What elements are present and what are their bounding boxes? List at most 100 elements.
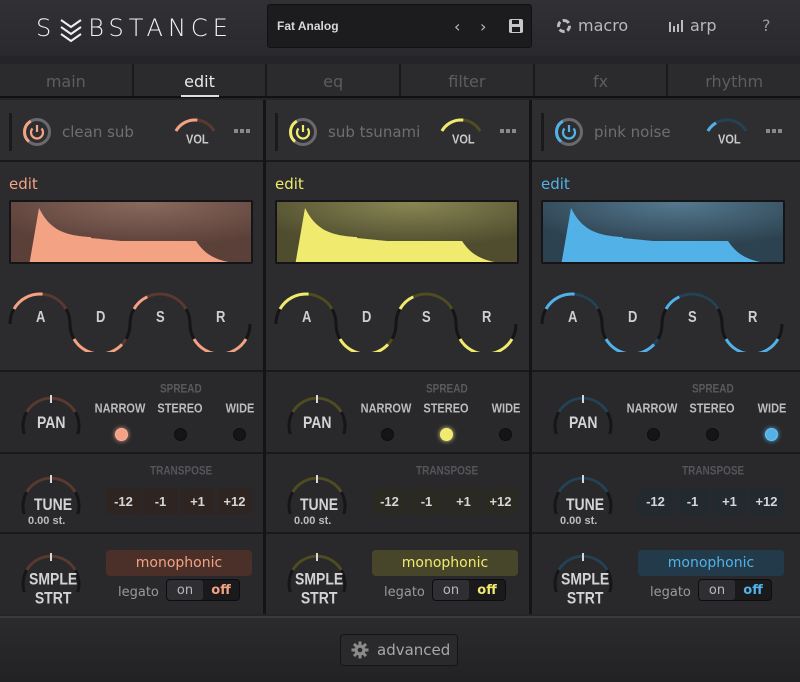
drag-handle[interactable] xyxy=(275,113,278,151)
sample-start-label-line2: STRT xyxy=(34,588,72,608)
legato-on-option[interactable]: on xyxy=(699,580,735,600)
legato-toggle[interactable]: on off xyxy=(698,579,772,601)
spread-stereo-radio[interactable] xyxy=(174,428,187,441)
legato-on-option[interactable]: on xyxy=(433,580,469,600)
legato-toggle[interactable]: on off xyxy=(432,579,506,601)
transpose-button[interactable]: +12 xyxy=(749,488,784,514)
voice-mode-button[interactable]: monophonic xyxy=(638,550,784,576)
release-value xyxy=(192,338,248,352)
pan-spread-section: PAN SPREAD NARROW STEREO WIDE xyxy=(266,372,529,454)
spread-wide-radio[interactable] xyxy=(765,428,778,441)
transpose-button[interactable]: +1 xyxy=(446,488,481,514)
macro-icon xyxy=(557,18,571,33)
tune-section: TUNE 0.00 st. TRANSPOSE -12 -1 +1 +12 xyxy=(0,454,263,534)
edit-section: edit A D S R xyxy=(0,162,263,372)
power-icon[interactable] xyxy=(554,117,584,147)
spread-narrow-radio[interactable] xyxy=(647,428,660,441)
spread-wide-label: WIDE xyxy=(491,401,521,417)
waveform-display[interactable] xyxy=(9,200,253,264)
transpose-title: TRANSPOSE xyxy=(682,464,745,479)
more-options-icon[interactable] xyxy=(234,129,250,133)
tab-bar: main edit eq filter fx rhythm xyxy=(0,64,800,98)
spread-wide-label: WIDE xyxy=(757,401,787,417)
sustain-value xyxy=(132,295,149,310)
spread-narrow-radio[interactable] xyxy=(115,428,128,441)
tune-section: TUNE 0.00 st. TRANSPOSE -12 -1 +1 +12 xyxy=(532,454,800,534)
spread-stereo-radio[interactable] xyxy=(440,428,453,441)
help-button[interactable]: ? xyxy=(762,16,771,35)
legato-label: legato xyxy=(384,585,425,600)
logo-text-end: BSTANCE xyxy=(88,14,233,42)
transpose-button[interactable]: -1 xyxy=(675,488,710,514)
arp-button[interactable]: arp xyxy=(669,16,717,35)
spread-stereo-radio[interactable] xyxy=(706,428,719,441)
drag-handle[interactable] xyxy=(9,113,12,151)
edit-label: edit xyxy=(9,175,38,193)
attack-label: A xyxy=(568,307,578,326)
tab-eq[interactable]: eq xyxy=(267,64,402,96)
transpose-button[interactable]: -12 xyxy=(106,488,141,514)
spread-stereo-label: STEREO xyxy=(423,401,469,417)
sustain-label: S xyxy=(422,307,431,326)
pan-label: PAN xyxy=(303,412,332,432)
tab-rhythm[interactable]: rhythm xyxy=(668,64,800,96)
waveform-graph xyxy=(277,202,517,262)
channel-name[interactable]: pink noise xyxy=(594,123,671,141)
more-options-icon[interactable] xyxy=(500,129,516,133)
legato-toggle[interactable]: on off xyxy=(166,579,240,601)
attack-label: A xyxy=(302,307,312,326)
legato-on-option[interactable]: on xyxy=(167,580,203,600)
transpose-button[interactable]: +1 xyxy=(180,488,215,514)
advanced-button[interactable]: advanced xyxy=(340,634,458,666)
sustain-label: S xyxy=(688,307,697,326)
drag-handle[interactable] xyxy=(541,113,544,151)
tab-filter[interactable]: filter xyxy=(401,64,535,96)
transpose-button[interactable]: -12 xyxy=(372,488,407,514)
preset-prev-button[interactable]: ‹ xyxy=(454,17,460,36)
legato-off-option[interactable]: off xyxy=(469,580,505,600)
save-preset-icon[interactable] xyxy=(509,19,523,33)
tab-fx[interactable]: fx xyxy=(534,64,669,96)
release-label: R xyxy=(216,307,226,326)
preset-name[interactable]: Fat Analog xyxy=(277,19,339,33)
transpose-button[interactable]: +12 xyxy=(483,488,518,514)
volume-label: VOL xyxy=(452,133,475,147)
power-icon[interactable] xyxy=(22,117,52,147)
channel-name[interactable]: clean sub xyxy=(62,123,134,141)
waveform-display[interactable] xyxy=(275,200,519,264)
pan-label: PAN xyxy=(37,412,66,432)
voice-mode-button[interactable]: monophonic xyxy=(372,550,518,576)
volume-label: VOL xyxy=(186,133,209,147)
attack-label: A xyxy=(36,307,46,326)
transpose-button[interactable]: -1 xyxy=(143,488,178,514)
channel-header: pink noise VOL xyxy=(532,100,800,162)
waveform-graph xyxy=(11,202,251,262)
waveform-display[interactable] xyxy=(541,200,785,264)
decay-track xyxy=(604,338,660,352)
preset-next-button[interactable]: › xyxy=(480,17,486,36)
preset-selector[interactable]: Fat Analog ‹ › xyxy=(267,4,532,48)
tab-main[interactable]: main xyxy=(0,64,134,96)
pan-label: PAN xyxy=(569,412,598,432)
macro-button[interactable]: macro xyxy=(557,16,628,35)
volume-label: VOL xyxy=(718,133,741,147)
transpose-button[interactable]: +1 xyxy=(712,488,747,514)
decay-track xyxy=(72,338,128,352)
spread-wide-radio[interactable] xyxy=(233,428,246,441)
transpose-button[interactable]: -1 xyxy=(409,488,444,514)
spread-narrow-radio[interactable] xyxy=(381,428,394,441)
macro-label: macro xyxy=(578,16,629,35)
legato-off-option[interactable]: off xyxy=(735,580,771,600)
sample-start-label-line1: SMPLE xyxy=(561,568,610,588)
more-options-icon[interactable] xyxy=(766,129,782,133)
channel-name[interactable]: sub tsunami xyxy=(328,123,420,141)
channel-strip-3: pink noise VOL edit A D S R PAN SPREAD N… xyxy=(532,100,800,614)
voice-mode-button[interactable]: monophonic xyxy=(106,550,252,576)
legato-off-option[interactable]: off xyxy=(203,580,239,600)
tab-edit[interactable]: edit xyxy=(133,64,268,96)
transpose-buttons: -12 -1 +1 +12 xyxy=(638,488,784,514)
transpose-button[interactable]: -12 xyxy=(638,488,673,514)
spread-wide-radio[interactable] xyxy=(499,428,512,441)
power-icon[interactable] xyxy=(288,117,318,147)
transpose-button[interactable]: +12 xyxy=(217,488,252,514)
